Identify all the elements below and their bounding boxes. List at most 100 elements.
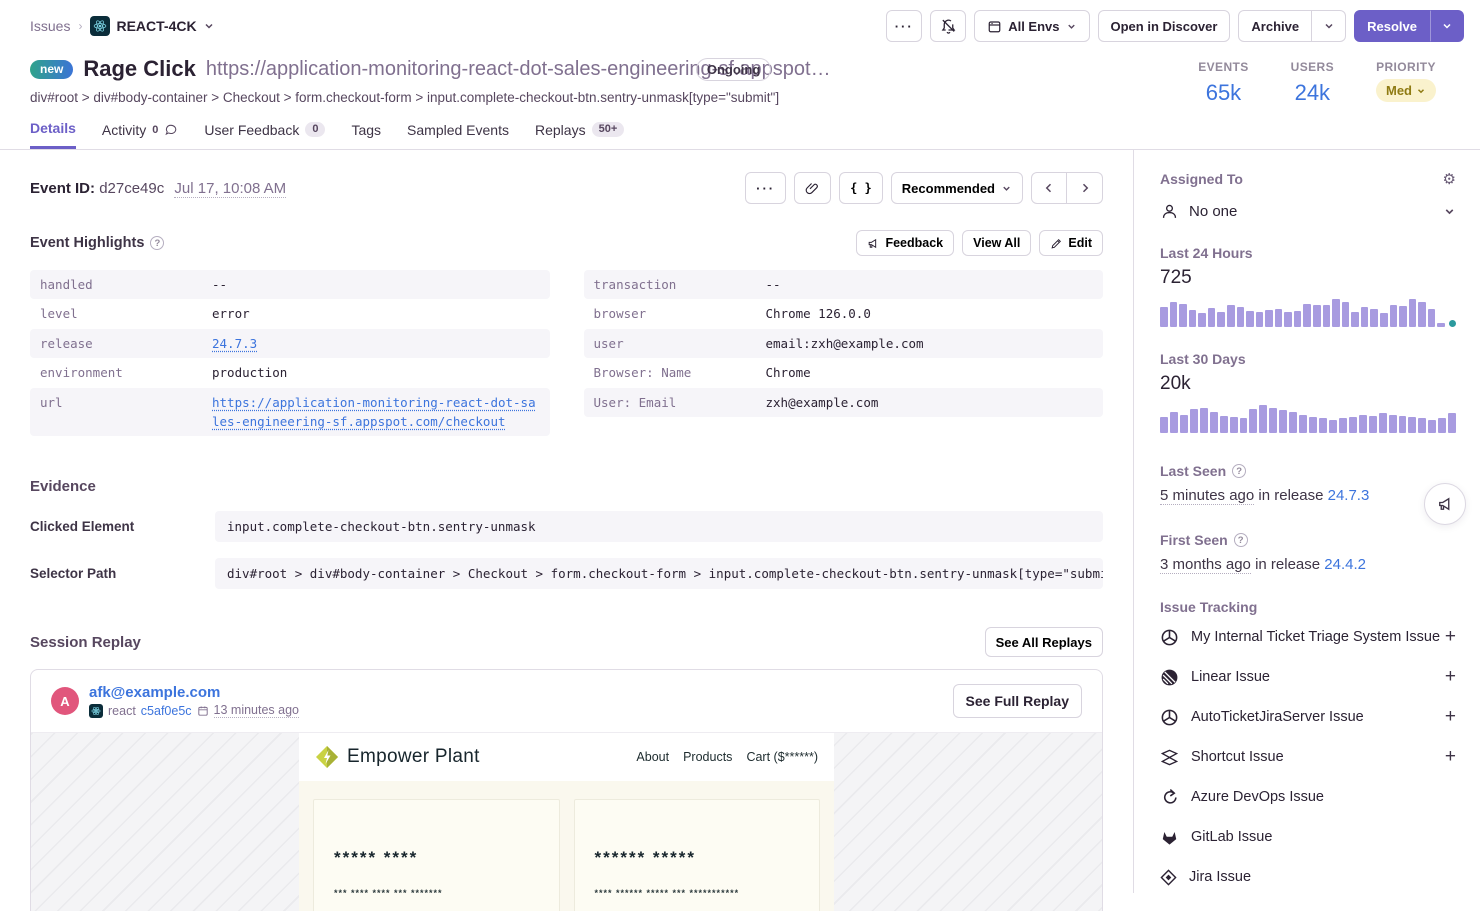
- resolve-dropdown-button[interactable]: [1430, 10, 1464, 42]
- help-icon[interactable]: ?: [1234, 533, 1248, 547]
- chart-bar: [1329, 420, 1337, 433]
- last-24-hours-total: 725: [1160, 267, 1456, 289]
- json-button[interactable]: { }: [839, 172, 883, 204]
- chart-bar: [1240, 418, 1248, 433]
- highlight-key: transaction: [594, 275, 766, 294]
- open-in-discover-button[interactable]: Open in Discover: [1098, 10, 1231, 42]
- event-timestamp[interactable]: Jul 17, 10:08 AM: [174, 180, 286, 198]
- replay-brand: Empower Plant: [315, 745, 480, 769]
- breadcrumb-issues-link[interactable]: Issues: [30, 18, 70, 34]
- see-full-replay-button[interactable]: See Full Replay: [953, 684, 1082, 718]
- replay-time-ago[interactable]: 13 minutes ago: [214, 703, 299, 718]
- events-stat-value[interactable]: 65k: [1198, 80, 1248, 106]
- ticket-icon: [1160, 628, 1179, 647]
- chart-bar: [1227, 305, 1235, 327]
- issue-tracking-item[interactable]: My Internal Ticket Triage System Issue +: [1160, 619, 1456, 655]
- tab-tags[interactable]: Tags: [351, 120, 381, 149]
- event-toolbar: ··· { } Recommended: [745, 172, 1103, 204]
- edit-button[interactable]: Edit: [1039, 230, 1103, 256]
- last-30-days-chart[interactable]: [1160, 405, 1456, 433]
- see-all-replays-button[interactable]: See All Replays: [985, 627, 1103, 657]
- tab-details[interactable]: Details: [30, 120, 76, 149]
- highlight-key: environment: [40, 363, 212, 382]
- evidence-value: input.complete-checkout-btn.sentry-unmas…: [215, 511, 1103, 542]
- tab-replays[interactable]: Replays50+: [535, 120, 624, 149]
- project-name: REACT-4CK: [116, 18, 196, 34]
- tab-activity[interactable]: Activity0: [102, 120, 178, 149]
- issue-tracking-item[interactable]: AutoTicketJiraServer Issue+: [1160, 699, 1456, 735]
- highlight-value: zxh@example.com: [766, 393, 879, 412]
- chevron-down-icon: [203, 20, 215, 32]
- chart-bar: [1313, 305, 1321, 327]
- gear-icon[interactable]: ⚙: [1443, 170, 1456, 188]
- replay-nav: AboutProductsCart ($******): [636, 750, 818, 764]
- tab-sampled-events[interactable]: Sampled Events: [407, 120, 509, 149]
- priority-dropdown[interactable]: Med: [1376, 79, 1436, 102]
- environment-filter-button[interactable]: All Envs: [974, 10, 1089, 42]
- archive-button[interactable]: Archive: [1238, 10, 1312, 42]
- feedback-button[interactable]: Feedback: [856, 230, 954, 256]
- jira-icon: [1160, 869, 1177, 886]
- event-more-button[interactable]: ···: [745, 172, 786, 204]
- chart-bar: [1160, 307, 1168, 327]
- issue-tracking-item[interactable]: Azure DevOps Issue: [1160, 779, 1456, 815]
- ticket-icon: [1160, 708, 1179, 727]
- last-seen-time[interactable]: 5 minutes ago: [1160, 487, 1254, 505]
- add-issue-button[interactable]: +: [1445, 666, 1456, 688]
- floating-feedback-button[interactable]: [1424, 483, 1466, 525]
- chart-bar: [1179, 304, 1187, 327]
- issue-tracking-item[interactable]: Jira Issue: [1160, 859, 1456, 895]
- chart-bar: [1269, 408, 1277, 433]
- issue-tracking-item[interactable]: GitLab Issue: [1160, 819, 1456, 855]
- more-actions-button[interactable]: ···: [886, 10, 922, 42]
- attachments-button[interactable]: [794, 172, 831, 204]
- replay-user-link[interactable]: afk@example.com: [89, 684, 299, 701]
- issue-tracking-item[interactable]: Linear Issue+: [1160, 659, 1456, 695]
- highlight-key: handled: [40, 275, 212, 294]
- window-icon: [987, 19, 1002, 34]
- evidence-row: Clicked Elementinput.complete-checkout-b…: [30, 511, 1103, 542]
- highlight-row-level: levelerror: [30, 299, 550, 328]
- resolve-button[interactable]: Resolve: [1354, 10, 1430, 42]
- issue-header: new Rage Click https://application-monit…: [0, 50, 1480, 106]
- chart-bar: [1279, 410, 1287, 433]
- highlight-value-link[interactable]: 24.7.3: [212, 336, 257, 351]
- project-selector[interactable]: REACT-4CK: [90, 16, 214, 36]
- users-stat-value[interactable]: 24k: [1291, 80, 1334, 106]
- first-seen-time[interactable]: 3 months ago: [1160, 556, 1251, 574]
- add-issue-button[interactable]: +: [1445, 626, 1456, 648]
- highlight-key: user: [594, 334, 766, 353]
- last-24-hours-chart[interactable]: [1160, 299, 1456, 327]
- add-issue-button[interactable]: +: [1445, 706, 1456, 728]
- last-seen-release-link[interactable]: 24.7.3: [1328, 487, 1370, 504]
- last-30-days-title: Last 30 Days: [1160, 351, 1456, 367]
- first-seen-title: First Seen?: [1160, 532, 1456, 548]
- issue-tracking-label: My Internal Ticket Triage System Issue: [1191, 629, 1440, 645]
- add-issue-button[interactable]: +: [1445, 746, 1456, 768]
- first-seen-release-link[interactable]: 24.4.2: [1324, 556, 1366, 573]
- previous-event-button[interactable]: [1031, 172, 1067, 204]
- ellipsis-icon: ···: [895, 19, 914, 34]
- archive-dropdown-button[interactable]: [1312, 10, 1346, 42]
- next-event-button[interactable]: [1067, 172, 1103, 204]
- assignee-dropdown[interactable]: No one: [1160, 202, 1456, 221]
- chart-bar: [1170, 302, 1178, 327]
- highlight-value: Chrome: [766, 363, 811, 382]
- replay-id-link[interactable]: c5af0e5c: [141, 704, 192, 718]
- highlight-value[interactable]: 24.7.3: [212, 334, 257, 353]
- issue-tracking-item[interactable]: Shortcut Issue+: [1160, 739, 1456, 775]
- help-icon[interactable]: ?: [1232, 464, 1246, 478]
- evidence-title: Evidence: [30, 478, 1103, 495]
- highlight-value[interactable]: https://application-monitoring-react-dot…: [212, 393, 540, 432]
- highlight-value: error: [212, 304, 250, 323]
- highlight-key: url: [40, 393, 212, 432]
- help-icon[interactable]: ?: [150, 236, 164, 250]
- event-selector-dropdown[interactable]: Recommended: [891, 172, 1023, 204]
- highlight-value-link[interactable]: https://application-monitoring-react-dot…: [212, 395, 536, 429]
- chart-bar: [1210, 412, 1218, 433]
- view-all-button[interactable]: View All: [962, 230, 1031, 256]
- replay-stage[interactable]: Empower Plant AboutProductsCart ($******…: [31, 732, 1102, 911]
- chart-bar: [1303, 304, 1311, 327]
- tab-user-feedback[interactable]: User Feedback0: [204, 120, 325, 149]
- mute-notifications-button[interactable]: [930, 10, 966, 42]
